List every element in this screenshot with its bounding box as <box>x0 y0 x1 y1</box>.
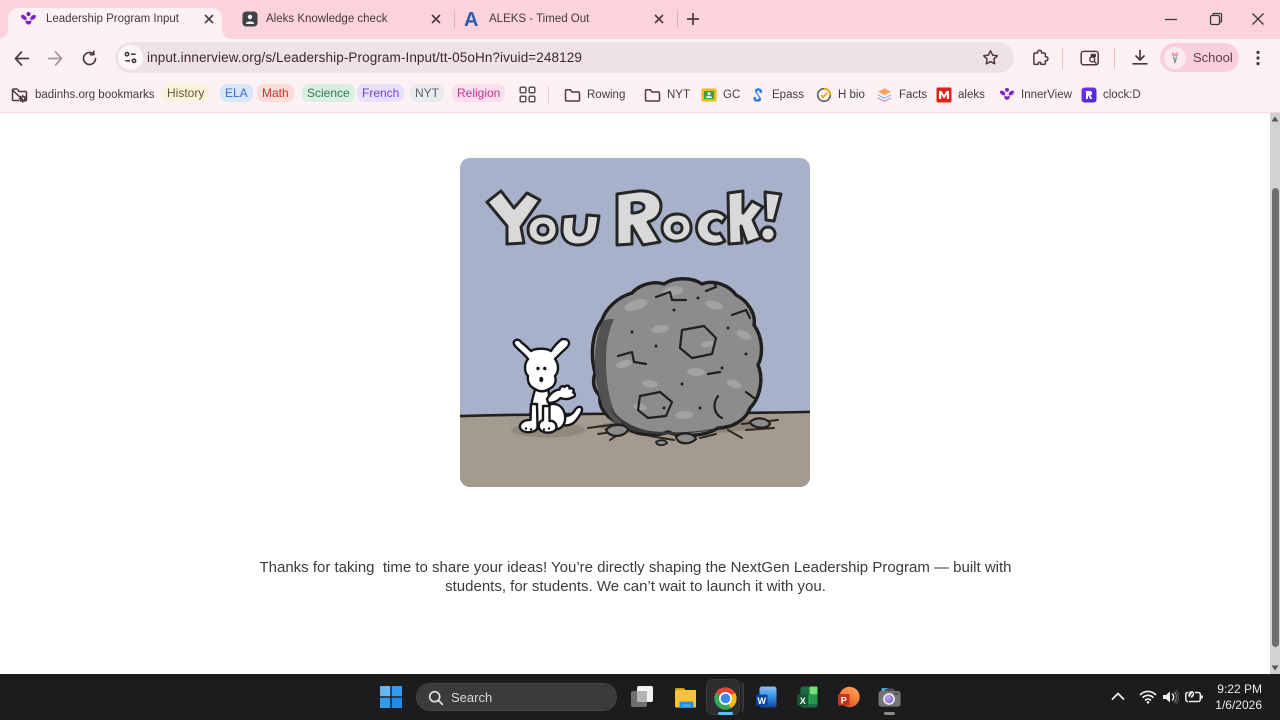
svg-text:X: X <box>800 696 806 706</box>
svg-text:P: P <box>841 696 847 706</box>
svg-text:W: W <box>757 696 766 706</box>
